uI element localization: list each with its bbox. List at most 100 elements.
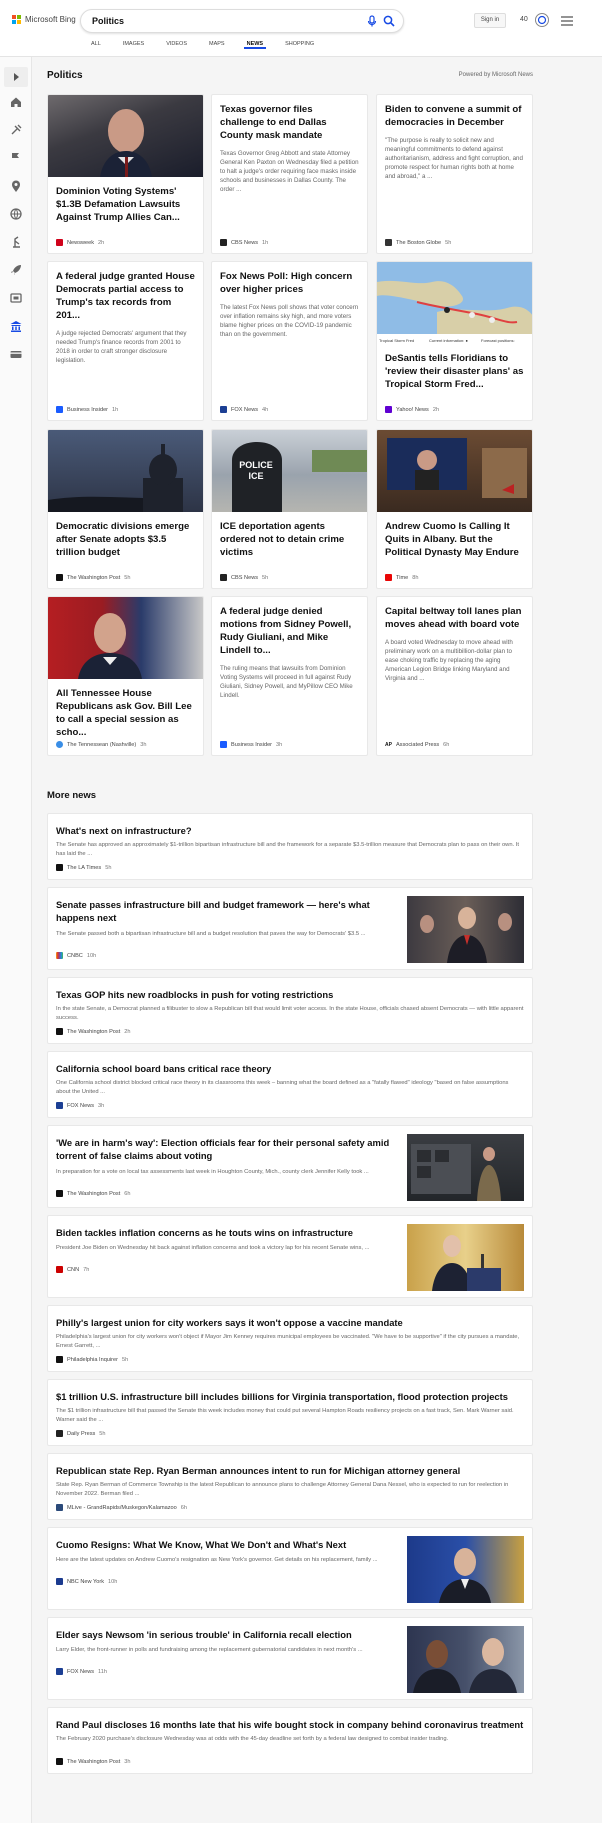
tab-images[interactable]: IMAGES	[112, 40, 155, 54]
row-title[interactable]: $1 trillion U.S. infrastructure bill inc…	[56, 1390, 508, 1403]
search-input[interactable]: Politics	[92, 16, 124, 26]
home-icon[interactable]	[9, 95, 23, 109]
source-name[interactable]: The Washington Post	[67, 1759, 120, 1765]
location-pin-icon[interactable]	[9, 179, 23, 193]
row-title[interactable]: California school board bans critical ra…	[56, 1062, 271, 1075]
rewards-points[interactable]: 40	[520, 16, 528, 23]
rocket-icon[interactable]	[9, 263, 23, 277]
tab-videos[interactable]: VIDEOS	[155, 40, 198, 54]
card-title[interactable]: A federal judge denied motions from Sidn…	[220, 605, 359, 657]
hamburger-menu-icon[interactable]	[560, 15, 574, 27]
news-card[interactable]: Democratic divisions emerge after Senate…	[47, 429, 204, 589]
news-row[interactable]: What's next on infrastructure? The Senat…	[47, 813, 533, 880]
card-title[interactable]: DeSantis tells Floridians to 'review the…	[385, 352, 524, 391]
tools-icon[interactable]	[9, 123, 23, 137]
source-name[interactable]: Business Insider	[67, 407, 108, 413]
row-title[interactable]: Republican state Rep. Ryan Berman announ…	[56, 1464, 460, 1477]
source-name[interactable]: Daily Press	[67, 1431, 95, 1437]
rewards-medal-icon[interactable]	[534, 12, 550, 28]
microphone-icon[interactable]	[367, 15, 377, 27]
news-row[interactable]: California school board bans critical ra…	[47, 1051, 533, 1118]
news-row[interactable]: Rand Paul discloses 16 months late that …	[47, 1707, 533, 1774]
card-title[interactable]: A federal judge granted House Democrats …	[56, 270, 195, 322]
tab-maps[interactable]: MAPS	[198, 40, 236, 54]
row-title[interactable]: Rand Paul discloses 16 months late that …	[56, 1718, 523, 1731]
source-name[interactable]: Newsweek	[67, 240, 94, 246]
source-name[interactable]: CBS News	[231, 575, 258, 581]
row-title[interactable]: Philly's largest union for city workers …	[56, 1316, 403, 1329]
news-card[interactable]: Biden to convene a summit of democracies…	[376, 94, 533, 254]
source-name[interactable]: The Tennessean (Nashville)	[67, 742, 136, 748]
sign-in-button[interactable]: Sign in	[474, 13, 506, 28]
source-name[interactable]: The Washington Post	[67, 1191, 120, 1197]
expand-arrow-icon[interactable]	[4, 67, 28, 87]
news-card[interactable]: POLICE ICE ICE deportation agents ordere…	[211, 429, 368, 589]
entertainment-icon[interactable]	[9, 291, 23, 305]
tab-news[interactable]: NEWS	[236, 40, 275, 54]
news-row[interactable]: 'We are in harm's way': Election officia…	[47, 1125, 533, 1208]
news-row[interactable]: Cuomo Resigns: What We Know, What We Don…	[47, 1527, 533, 1610]
source-time: 5h	[262, 574, 269, 581]
tab-all[interactable]: ALL	[80, 40, 112, 54]
source-name[interactable]: Associated Press	[396, 742, 439, 748]
news-card[interactable]: All Tennessee House Republicans ask Gov.…	[47, 596, 204, 756]
flag-icon[interactable]	[9, 151, 23, 165]
source-name[interactable]: CBS News	[231, 240, 258, 246]
source-name[interactable]: MLive - GrandRapids/Muskegon/Kalamazoo	[67, 1505, 177, 1511]
money-card-icon[interactable]	[9, 347, 23, 361]
source-name[interactable]: Philadelphia Inquirer	[67, 1357, 118, 1363]
source-name[interactable]: The Washington Post	[67, 575, 120, 581]
card-title[interactable]: All Tennessee House Republicans ask Gov.…	[56, 687, 195, 739]
card-title[interactable]: Dominion Voting Systems' $1.3B Defamatio…	[56, 185, 195, 224]
news-row[interactable]: Republican state Rep. Ryan Berman announ…	[47, 1453, 533, 1520]
row-title[interactable]: Senate passes infrastructure bill and bu…	[56, 898, 401, 924]
news-row[interactable]: Philly's largest union for city workers …	[47, 1305, 533, 1372]
row-title[interactable]: Elder says Newsom 'in serious trouble' i…	[56, 1628, 401, 1641]
source-name[interactable]: Business Insider	[231, 742, 272, 748]
card-title[interactable]: Fox News Poll: High concern over higher …	[220, 270, 359, 296]
row-title[interactable]: Biden tackles inflation concerns as he t…	[56, 1226, 401, 1239]
row-title[interactable]: Cuomo Resigns: What We Know, What We Don…	[56, 1538, 401, 1551]
news-row[interactable]: $1 trillion U.S. infrastructure bill inc…	[47, 1379, 533, 1446]
politics-building-icon[interactable]	[9, 319, 23, 333]
source-name[interactable]: CNN	[67, 1267, 79, 1273]
search-box[interactable]: Politics	[80, 9, 404, 33]
row-title[interactable]: What's next on infrastructure?	[56, 824, 192, 837]
card-title[interactable]: Andrew Cuomo Is Calling It Quits in Alba…	[385, 520, 524, 559]
news-card[interactable]: Andrew Cuomo Is Calling It Quits in Alba…	[376, 429, 533, 589]
source-name[interactable]: FOX News	[67, 1669, 94, 1675]
card-title[interactable]: Texas governor files challenge to end Da…	[220, 103, 359, 142]
source-name[interactable]: Yahoo! News	[396, 407, 429, 413]
news-card[interactable]: Fox News Poll: High concern over higher …	[211, 261, 368, 421]
source-name[interactable]: The Boston Globe	[396, 240, 441, 246]
row-title[interactable]: 'We are in harm's way': Election officia…	[56, 1136, 401, 1162]
source-name[interactable]: FOX News	[231, 407, 258, 413]
news-card[interactable]: Capital beltway toll lanes plan moves ah…	[376, 596, 533, 756]
news-row[interactable]: Elder says Newsom 'in serious trouble' i…	[47, 1617, 533, 1700]
news-row[interactable]: Texas GOP hits new roadblocks in push fo…	[47, 977, 533, 1044]
news-row[interactable]: Senate passes infrastructure bill and bu…	[47, 887, 533, 970]
source-name[interactable]: CNBC	[67, 953, 83, 959]
card-title[interactable]: ICE deportation agents ordered not to de…	[220, 520, 359, 559]
bing-logo[interactable]: Microsoft Bing	[12, 15, 76, 24]
news-card[interactable]: Texas governor files challenge to end Da…	[211, 94, 368, 254]
source-name[interactable]: The Washington Post	[67, 1029, 120, 1035]
globe-icon[interactable]	[9, 207, 23, 221]
news-card[interactable]: Tropical Storm Fred Current information:…	[376, 261, 533, 421]
tab-shopping[interactable]: SHOPPING	[274, 40, 325, 54]
row-title[interactable]: Texas GOP hits new roadblocks in push fo…	[56, 988, 333, 1001]
card-title[interactable]: Capital beltway toll lanes plan moves ah…	[385, 605, 524, 631]
source-name[interactable]: NBC New York	[67, 1579, 104, 1585]
news-row[interactable]: Biden tackles inflation concerns as he t…	[47, 1215, 533, 1298]
source-name[interactable]: The LA Times	[67, 865, 101, 871]
news-card[interactable]: Dominion Voting Systems' $1.3B Defamatio…	[47, 94, 204, 254]
science-icon[interactable]	[9, 235, 23, 249]
source-name[interactable]: FOX News	[67, 1103, 94, 1109]
search-icon[interactable]	[383, 15, 395, 27]
card-title[interactable]: Democratic divisions emerge after Senate…	[56, 520, 195, 559]
news-card[interactable]: A federal judge denied motions from Sidn…	[211, 596, 368, 756]
powered-by-label[interactable]: Powered by Microsoft News	[459, 72, 533, 78]
card-title[interactable]: Biden to convene a summit of democracies…	[385, 103, 524, 129]
news-card[interactable]: A federal judge granted House Democrats …	[47, 261, 204, 421]
source-name[interactable]: Time	[396, 575, 408, 581]
